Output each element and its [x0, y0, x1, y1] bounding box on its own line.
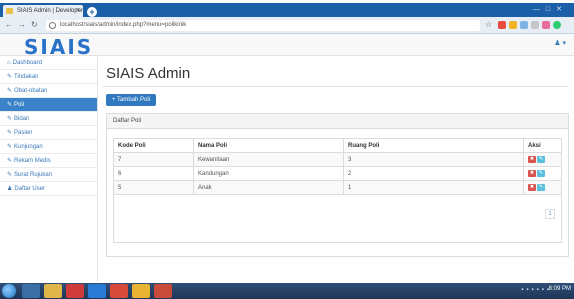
- browser-tabbar: SIAIS Admin | Developer × + —□✕: [0, 3, 574, 17]
- sidebar-item-rekam-medis[interactable]: ✎ Rekam Medis: [0, 154, 97, 168]
- sidebar-item-label: Tindakan: [14, 74, 39, 80]
- address-bar: ← → ↻ localhost/siais/admin/index.php?me…: [0, 17, 574, 34]
- url-input[interactable]: localhost/siais/admin/index.php?menu=pol…: [46, 20, 480, 31]
- table-cell: Kandungan: [193, 166, 344, 181]
- table-row: 5 Anak 1 ✖ ✎: [113, 180, 562, 195]
- sidebar-item-bidan[interactable]: ✎ Bidan: [0, 112, 97, 126]
- table-header-row: Kode Poli Nama Poli Ruang Poli Aksi: [113, 138, 562, 153]
- sidebar-item-kunjungan[interactable]: ✎ Kunjungan: [0, 140, 97, 154]
- tab-title: SIAIS Admin | Developer: [17, 8, 83, 14]
- start-button[interactable]: [2, 284, 16, 298]
- sidebar-item-label: Obat-obatan: [14, 88, 48, 94]
- url-text: localhost/siais/admin/index.php?menu=pol…: [60, 22, 187, 28]
- poli-panel: Daftar Poli Kode Poli Nama Poli Ruang Po…: [106, 113, 569, 257]
- profile-icon[interactable]: [553, 21, 561, 29]
- table-cell: 7: [113, 152, 194, 167]
- extension-icon[interactable]: [542, 21, 550, 29]
- column-header[interactable]: Nama Poli: [193, 138, 344, 153]
- extension-icon[interactable]: [498, 21, 506, 29]
- wrench-icon: ✎: [7, 172, 13, 178]
- info-icon: [49, 22, 56, 29]
- taskbar-app[interactable]: [110, 284, 128, 298]
- sidebar-item-poli[interactable]: ✎ Poli: [0, 98, 97, 112]
- sidebar-item-label: Kunjungan: [14, 144, 43, 150]
- sidebar-item-obat[interactable]: ✎ Obat-obatan: [0, 84, 97, 98]
- taskbar-app-ie[interactable]: [22, 284, 40, 298]
- reload-icon[interactable]: ↻: [31, 20, 38, 29]
- sidebar-item-label: Dashboard: [12, 60, 42, 66]
- taskbar-app[interactable]: [154, 284, 172, 298]
- delete-icon[interactable]: ✖: [528, 183, 536, 191]
- pagination-area: 1: [113, 195, 562, 243]
- sidebar: ⌂ Dashboard ✎ Tindakan ✎ Obat-obatan ✎ Poli …: [0, 56, 98, 282]
- new-tab-button[interactable]: +: [87, 7, 97, 17]
- divider: [103, 86, 568, 87]
- extension-icon[interactable]: [520, 21, 528, 29]
- taskbar-app-vscode[interactable]: [88, 284, 106, 298]
- table-cell: Anak: [193, 180, 344, 195]
- tab-close-icon[interactable]: ×: [76, 5, 80, 17]
- table-cell-actions: ✖ ✎: [523, 152, 562, 167]
- table-cell: 2: [343, 166, 524, 181]
- app-header: SIAIS ♟ ▾: [0, 34, 574, 59]
- user-menu-dropdown[interactable]: ♟ ▾: [554, 39, 566, 47]
- edit-icon[interactable]: ✎: [537, 183, 545, 191]
- edit-icon[interactable]: ✎: [537, 169, 545, 177]
- sidebar-item-tindakan[interactable]: ✎ Tindakan: [0, 70, 97, 84]
- table-row: 6 Kandungan 2 ✖ ✎: [113, 166, 562, 181]
- column-header[interactable]: Ruang Poli: [343, 138, 524, 153]
- taskbar-app[interactable]: [66, 284, 84, 298]
- sidebar-item-label: Surat Rujukan: [14, 172, 53, 178]
- column-header: Aksi: [523, 138, 562, 153]
- table-cell: 3: [343, 152, 524, 167]
- wrench-icon: ✎: [7, 88, 13, 94]
- wrench-icon: ✎: [7, 102, 13, 108]
- browser-tab[interactable]: SIAIS Admin | Developer ×: [3, 5, 83, 17]
- wrench-icon: ✎: [7, 144, 13, 150]
- table-row: 7 Kewanitaan 3 ✖ ✎: [113, 152, 562, 167]
- add-poli-button[interactable]: + Tambah Poli: [106, 94, 156, 106]
- os-taskbar: ▪▪▪▪▪▪ 8:09 PM: [0, 283, 574, 299]
- taskbar-app-explorer[interactable]: [44, 284, 62, 298]
- extension-icon[interactable]: [531, 21, 539, 29]
- sidebar-item-label: Rekam Medis: [14, 158, 51, 164]
- edit-icon[interactable]: ✎: [537, 155, 545, 163]
- sidebar-item-label: Poli: [14, 102, 25, 108]
- window-controls[interactable]: —□✕: [533, 5, 568, 13]
- delete-icon[interactable]: ✖: [528, 155, 536, 163]
- wrench-icon: ✎: [7, 130, 13, 136]
- poli-table: Kode Poli Nama Poli Ruang Poli Aksi 7 Ke…: [113, 138, 562, 195]
- back-icon[interactable]: ←: [5, 20, 13, 29]
- panel-title: Daftar Poli: [107, 114, 568, 129]
- user-icon: ♟: [7, 186, 13, 192]
- sidebar-item-dashboard[interactable]: ⌂ Dashboard: [0, 56, 97, 70]
- pagination-page-button[interactable]: 1: [545, 209, 555, 219]
- sidebar-item-label: Bidan: [14, 116, 30, 122]
- table-cell: 6: [113, 166, 194, 181]
- bookmark-star-icon[interactable]: ☆: [485, 20, 492, 29]
- extension-icon[interactable]: [509, 21, 517, 29]
- wrench-icon: ✎: [7, 158, 13, 164]
- wrench-icon: ✎: [7, 74, 13, 80]
- table-cell: Kewanitaan: [193, 152, 344, 167]
- sidebar-item-daftar-user[interactable]: ♟ Daftar User: [0, 182, 97, 196]
- delete-icon[interactable]: ✖: [528, 169, 536, 177]
- table-cell: 5: [113, 180, 194, 195]
- wrench-icon: ✎: [7, 116, 13, 122]
- sidebar-item-surat-rujukan[interactable]: ✎ Surat Rujukan: [0, 168, 97, 182]
- sidebar-item-label: Pasien: [14, 130, 33, 136]
- page-title: SIAIS Admin: [106, 65, 191, 82]
- table-cell-actions: ✖ ✎: [523, 180, 562, 195]
- sidebar-item-pasien[interactable]: ✎ Pasien: [0, 126, 97, 140]
- system-tray[interactable]: ▪▪▪▪▪▪: [521, 287, 552, 293]
- column-header[interactable]: Kode Poli: [113, 138, 194, 153]
- taskbar-clock[interactable]: 8:09 PM: [549, 286, 571, 292]
- taskbar-app-chrome[interactable]: [132, 284, 150, 298]
- table-cell-actions: ✖ ✎: [523, 166, 562, 181]
- table-cell: 1: [343, 180, 524, 195]
- favicon-icon: [6, 8, 13, 14]
- forward-icon[interactable]: →: [18, 20, 26, 29]
- home-icon: ⌂: [7, 60, 11, 66]
- sidebar-item-label: Daftar User: [14, 186, 46, 192]
